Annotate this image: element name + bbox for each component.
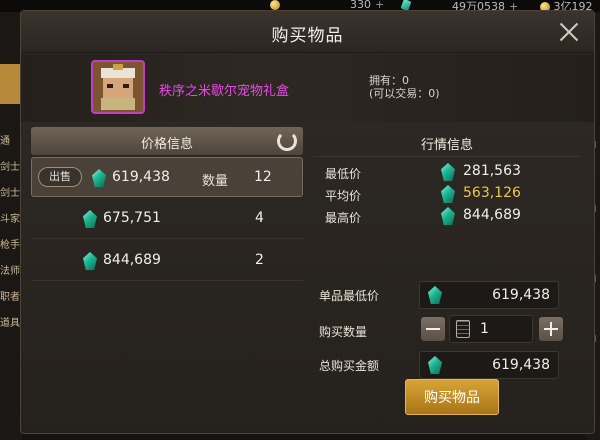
gem-icon: [441, 207, 455, 225]
item-info-strip: 秩序之米歇尔宠物礼盒 拥有：0 (可以交易：0): [21, 54, 594, 122]
listing-row[interactable]: 675,751 4: [31, 199, 303, 239]
purchase-dialog: 购买物品 秩序之米歇尔宠物礼盒 拥有：0 (可以交易：0) 价格信息 出售 61…: [20, 10, 595, 434]
refresh-icon[interactable]: [277, 131, 297, 151]
background-side-menu: 通 剑士 剑士 斗家 枪手 法师 职者 道具: [0, 12, 22, 440]
avg-price-value: 563,126: [463, 185, 521, 201]
gem-icon: [428, 356, 442, 374]
sell-tag: 出售: [38, 167, 82, 187]
avg-price-label: 平均价: [325, 189, 362, 203]
gem-icon: [441, 163, 455, 181]
listing-qty: 2: [255, 252, 264, 268]
price-info-title: 价格信息: [140, 137, 193, 152]
increase-qty-button[interactable]: [539, 317, 563, 341]
listing-row[interactable]: 出售 619,438 数量 12: [31, 157, 303, 197]
ownership-info: 拥有：0 (可以交易：0): [369, 74, 440, 100]
listing-row[interactable]: 844,689 2: [31, 241, 303, 281]
side-menu-item[interactable]: 道具: [0, 314, 20, 329]
side-menu-item[interactable]: 枪手: [0, 236, 20, 251]
gem-icon: [83, 252, 97, 270]
item-name: 秩序之米歇尔宠物礼盒: [159, 84, 290, 99]
listing-qty: 4: [255, 210, 264, 226]
min-price-value: 281,563: [463, 163, 521, 179]
side-menu-highlight: [0, 64, 22, 104]
buy-item-button[interactable]: 购买物品: [405, 379, 499, 415]
listing-price: 619,438: [112, 169, 170, 185]
unit-price-label: 单品最低价: [319, 289, 380, 303]
max-price-value: 844,689: [463, 207, 521, 223]
plus-icon-v: [550, 322, 552, 336]
decrease-qty-button[interactable]: [421, 317, 445, 341]
side-menu-item[interactable]: 斗家: [0, 210, 20, 225]
coin-icon: [270, 0, 280, 10]
side-menu-item[interactable]: 职者: [0, 288, 20, 303]
max-price-label: 最高价: [325, 211, 362, 225]
purchase-qty-value: 1: [480, 321, 489, 337]
tradable-count: (可以交易：0): [369, 87, 440, 100]
dialog-title: 购买物品: [271, 26, 344, 46]
gem-icon: [428, 286, 442, 304]
unit-price-value: 619,438: [492, 287, 550, 303]
pet-box-icon: [93, 62, 143, 112]
listing-price: 675,751: [103, 210, 161, 226]
market-info-title: 行情信息: [313, 129, 581, 157]
gem-icon: [92, 169, 106, 187]
owned-count: 拥有：0: [369, 74, 409, 87]
side-menu-item[interactable]: 剑士: [0, 184, 20, 199]
min-price-label: 最低价: [325, 167, 362, 181]
total-amount-value: 619,438: [492, 357, 550, 373]
qty-label: 数量: [202, 174, 229, 189]
listing-price: 844,689: [103, 252, 161, 268]
price-info-panel: 价格信息 出售 619,438 数量 12 675,751 4 844,689 …: [31, 127, 303, 427]
listing-qty: 12: [254, 169, 272, 185]
purchase-qty-input[interactable]: 1: [449, 315, 533, 343]
price-info-header: 价格信息: [31, 127, 303, 155]
total-amount-label: 总购买金额: [319, 359, 380, 373]
total-amount-field: 619,438: [419, 351, 559, 379]
side-menu-item[interactable]: 法师: [0, 262, 20, 277]
unit-price-field: 619,438: [419, 281, 559, 309]
side-menu-item[interactable]: 通: [0, 132, 10, 147]
calculator-icon[interactable]: [456, 320, 470, 338]
side-menu-item[interactable]: 剑士: [0, 158, 20, 173]
minus-icon: [426, 328, 440, 330]
gem-icon: [83, 210, 97, 228]
close-icon[interactable]: [558, 21, 580, 43]
gem-icon: [441, 185, 455, 203]
item-icon[interactable]: [91, 60, 145, 114]
dialog-header: 购买物品: [21, 11, 594, 53]
purchase-qty-label: 购买数量: [319, 325, 368, 339]
